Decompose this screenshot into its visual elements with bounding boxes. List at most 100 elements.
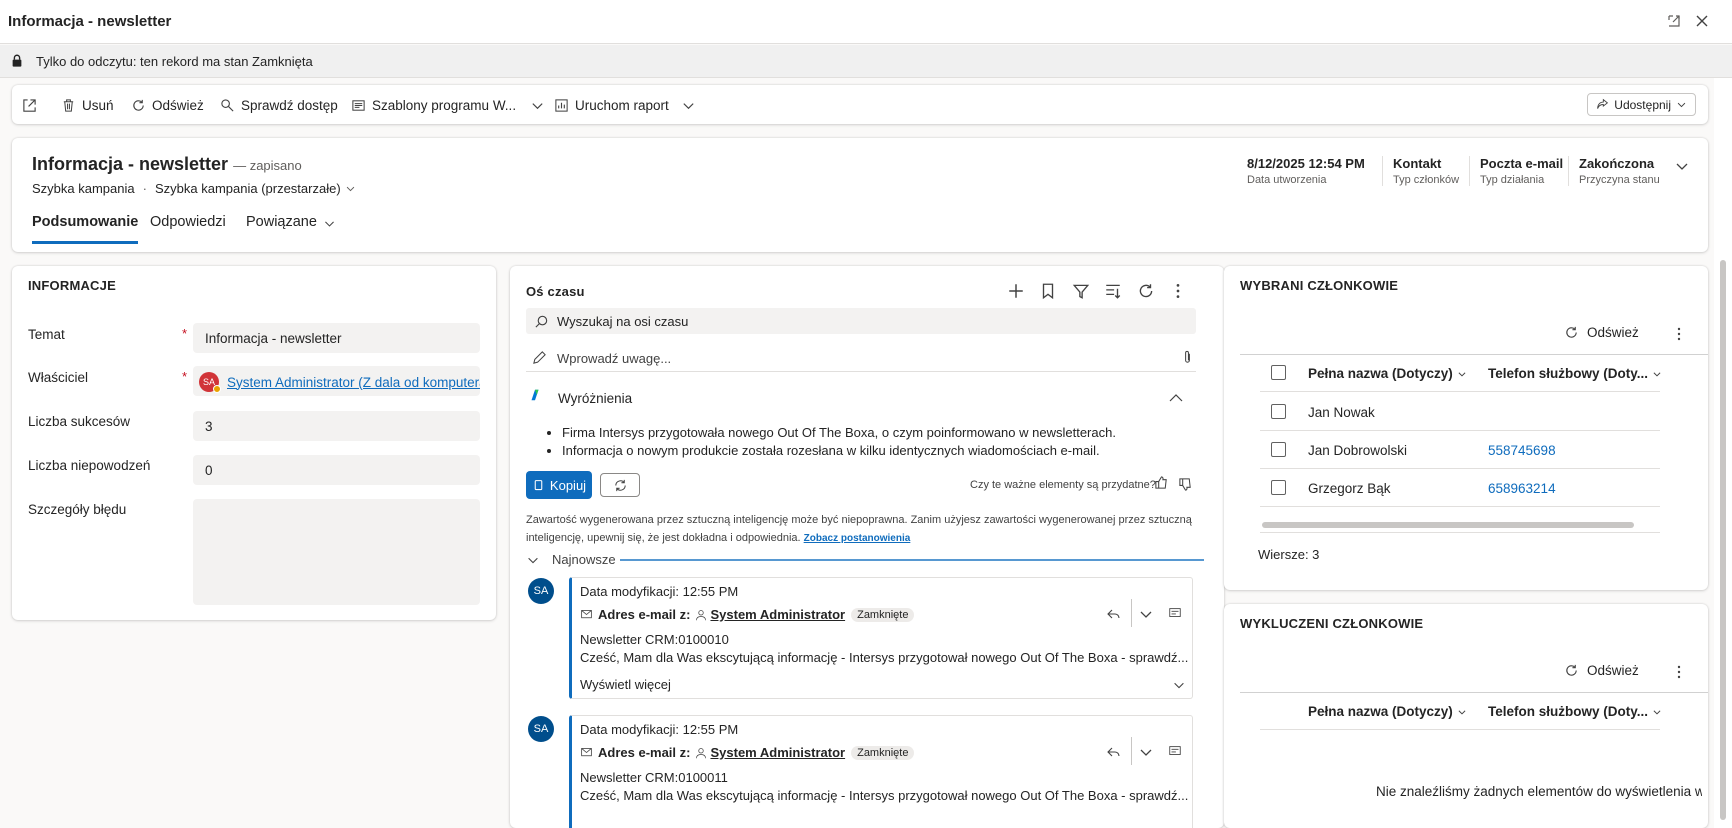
column-header-name[interactable]: Pełna nazwa (Dotyczy) — [1308, 704, 1467, 719]
tab-related[interactable]: Powiązane — [246, 214, 336, 244]
filter-icon[interactable] — [1072, 282, 1090, 300]
tab-label: Podsumowanie — [32, 214, 139, 230]
search-icon — [534, 314, 549, 329]
scrollbar-thumb[interactable] — [1720, 260, 1726, 820]
failure-count-field[interactable]: 0 — [193, 455, 480, 485]
owner-field[interactable]: SA System Administrator (Z dala od kompu… — [193, 366, 480, 396]
open-record-icon[interactable] — [1168, 606, 1182, 620]
error-details-field[interactable] — [193, 499, 480, 605]
chevron-up-icon[interactable] — [1168, 390, 1184, 406]
refresh-button[interactable]: Odśwież — [1564, 325, 1639, 340]
newest-divider — [620, 559, 1204, 561]
row-checkbox[interactable] — [1271, 442, 1286, 457]
chevron-down-icon[interactable] — [1138, 606, 1154, 622]
attachment-icon[interactable] — [1180, 350, 1195, 365]
divider — [1131, 599, 1132, 627]
chevron-down-icon — [681, 98, 696, 113]
open-record-icon[interactable] — [1168, 744, 1182, 758]
grid-bottom-line — [1260, 532, 1660, 533]
page-scrollbar[interactable] — [1714, 78, 1732, 828]
close-icon[interactable] — [1694, 13, 1710, 29]
chevron-down-icon[interactable] — [526, 553, 540, 567]
refresh-label: Odśwież — [1587, 325, 1639, 340]
horizontal-scrollbar[interactable] — [1262, 522, 1634, 528]
entity-name: Szybka kampania — [32, 181, 135, 196]
timeline-post[interactable]: Data modyfikacji: 12:55 PM Adres e-mail … — [569, 715, 1193, 828]
success-count-field[interactable]: 3 — [193, 411, 480, 441]
header-field-value: 8/12/2025 12:54 PM — [1247, 156, 1365, 171]
show-more-link[interactable]: Wyświetl więcej — [580, 677, 671, 692]
bookmark-icon[interactable] — [1039, 282, 1057, 300]
row-checkbox[interactable] — [1271, 480, 1286, 495]
copy-label: Kopiuj — [549, 477, 587, 493]
select-all-checkbox[interactable] — [1271, 365, 1286, 380]
owner-avatar: SA — [199, 372, 221, 393]
terms-link[interactable]: Zobacz postanowienia — [804, 533, 911, 544]
chevron-down-icon[interactable] — [1138, 744, 1154, 760]
reply-icon[interactable] — [1106, 744, 1122, 760]
post-type: Adres e-mail z: — [598, 745, 691, 760]
delete-label: Usuń — [82, 97, 114, 113]
required-marker: * — [182, 369, 188, 384]
owner-link[interactable]: System Administrator (Z dala od komputer… — [227, 375, 480, 390]
form-selector[interactable]: Szybka kampania (przestarzałe) — [155, 181, 356, 196]
open-new-window-button[interactable] — [22, 95, 37, 115]
run-report-dropdown[interactable]: Uruchom raport — [554, 95, 696, 115]
search-person-icon — [220, 98, 235, 113]
refresh-button[interactable]: Odśwież — [1564, 663, 1639, 678]
share-button[interactable]: Udostępnij — [1587, 93, 1696, 116]
expand-icon[interactable] — [1666, 13, 1682, 29]
cell-phone[interactable]: 558745698 — [1488, 443, 1556, 458]
check-access-button[interactable]: Sprawdź dostęp — [220, 95, 338, 115]
section-title: INFORMACJE — [28, 278, 116, 293]
note-input[interactable]: Wprowadź uwagę... — [526, 346, 1196, 372]
author-link[interactable]: System Administrator — [710, 607, 845, 622]
more-options-icon[interactable] — [1671, 326, 1687, 342]
cell-phone[interactable]: 658963214 — [1488, 481, 1556, 496]
search-placeholder: Wyszukaj na osi czasu — [557, 314, 689, 329]
cell-name: Jan Nowak — [1308, 405, 1375, 420]
timeline-post[interactable]: Data modyfikacji: 12:55 PM Adres e-mail … — [569, 577, 1193, 699]
more-options-icon[interactable] — [1169, 282, 1187, 300]
header-field-activity-type: Poczta e-mail Typ działania — [1469, 156, 1563, 186]
add-icon[interactable] — [1007, 282, 1025, 300]
record-title: Informacja - newsletter — [32, 154, 229, 174]
author-link[interactable]: System Administrator — [710, 745, 845, 760]
refresh-icon[interactable] — [1137, 282, 1155, 300]
regenerate-button[interactable] — [600, 473, 640, 497]
copy-button[interactable]: Kopiuj — [526, 471, 592, 499]
reply-icon[interactable] — [1106, 606, 1122, 622]
page-title: Informacja - newsletter — zapisano — [32, 154, 302, 175]
thumbs-down-icon[interactable] — [1178, 477, 1193, 492]
column-header-phone[interactable]: Telefon służbowy (Doty... — [1488, 366, 1662, 381]
avatar: SA — [528, 578, 554, 604]
post-header: Adres e-mail z: System Administrator Zam… — [580, 745, 915, 760]
thumbs-up-icon[interactable] — [1154, 475, 1169, 490]
tab-label: Powiązane — [246, 214, 317, 230]
section-title: WYBRANI CZŁONKOWIE — [1240, 278, 1399, 293]
sort-icon[interactable] — [1104, 282, 1122, 300]
timeline-search-input[interactable]: Wyszukaj na osi czasu — [526, 308, 1196, 334]
command-bar: Usuń Odśwież Sprawdź dostęp Szablony pro… — [12, 85, 1708, 124]
chevron-down-icon[interactable] — [1172, 678, 1186, 692]
tab-responses[interactable]: Odpowiedzi — [150, 214, 226, 244]
note-placeholder: Wprowadź uwagę... — [557, 351, 672, 366]
post-subject: Newsletter CRM:0100011 — [580, 770, 728, 785]
column-header-name[interactable]: Pełna nazwa (Dotyczy) — [1308, 366, 1467, 381]
column-header-phone[interactable]: Telefon służbowy (Doty... — [1488, 704, 1662, 719]
header-field-value: Kontakt — [1393, 156, 1442, 171]
subject-field[interactable]: Informacja - newsletter — [193, 323, 480, 353]
expand-header-icon[interactable] — [1674, 158, 1690, 174]
column-label: Telefon służbowy (Doty... — [1488, 704, 1649, 719]
post-preview: Cześć, Mam dla Was ekscytującą informacj… — [580, 788, 1189, 803]
divider — [1131, 737, 1132, 765]
row-checkbox[interactable] — [1271, 404, 1286, 419]
templates-dropdown[interactable]: Szablony programu W... — [351, 95, 545, 115]
refresh-icon — [1564, 663, 1579, 678]
delete-button[interactable]: Usuń — [61, 95, 114, 115]
post-header: Adres e-mail z: System Administrator Zam… — [580, 607, 915, 622]
refresh-button[interactable]: Odśwież — [131, 95, 204, 115]
more-options-icon[interactable] — [1671, 664, 1687, 680]
tab-summary[interactable]: Podsumowanie — [32, 214, 139, 244]
chevron-down-icon — [1652, 707, 1662, 717]
